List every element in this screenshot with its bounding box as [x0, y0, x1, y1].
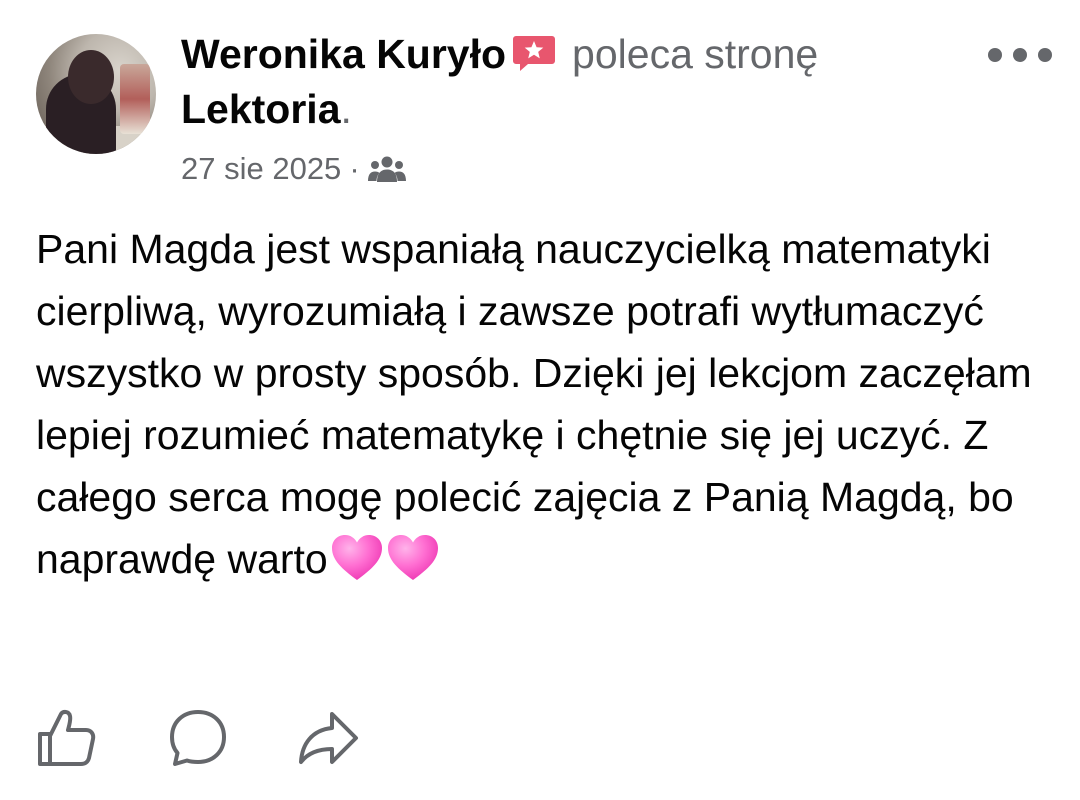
more-dot	[988, 48, 1002, 62]
comment-icon	[170, 710, 226, 766]
post-card: Weronika Kuryło poleca stronę Lektoria. …	[0, 0, 1080, 800]
author-name[interactable]: Weronika Kuryło	[181, 31, 506, 77]
recommend-badge-icon	[512, 31, 556, 71]
share-icon	[299, 712, 358, 764]
pink-heart-icon	[387, 535, 438, 580]
meta-separator: ·	[349, 151, 360, 186]
post-body: Pani Magda jest wspaniałą nauczycielką m…	[36, 218, 1046, 600]
emoji-group	[330, 533, 442, 600]
more-dot	[1013, 48, 1027, 62]
avatar-figure-head	[68, 50, 114, 104]
friends-icon[interactable]	[367, 154, 406, 184]
post-meta: 27 sie 2025 ·	[181, 151, 406, 187]
pink-heart-icon	[331, 535, 382, 580]
more-dot	[1038, 48, 1052, 62]
post-header: Weronika Kuryło poleca stronę Lektoria.	[181, 27, 981, 137]
page-name-link[interactable]: Lektoria	[181, 86, 341, 132]
more-options-icon[interactable]	[988, 44, 1052, 66]
avatar[interactable]	[36, 34, 156, 154]
comment-button[interactable]	[166, 706, 230, 770]
post-date[interactable]: 27 sie 2025	[181, 151, 341, 187]
like-button[interactable]	[36, 706, 100, 770]
share-button[interactable]	[296, 706, 360, 770]
like-icon	[38, 709, 96, 766]
post-text: Pani Magda jest wspaniałą nauczycielką m…	[36, 226, 1032, 582]
action-text: poleca stronę	[572, 31, 819, 77]
avatar-background-object	[120, 64, 150, 134]
end-punctuation: .	[340, 86, 352, 132]
post-actions	[36, 706, 426, 770]
